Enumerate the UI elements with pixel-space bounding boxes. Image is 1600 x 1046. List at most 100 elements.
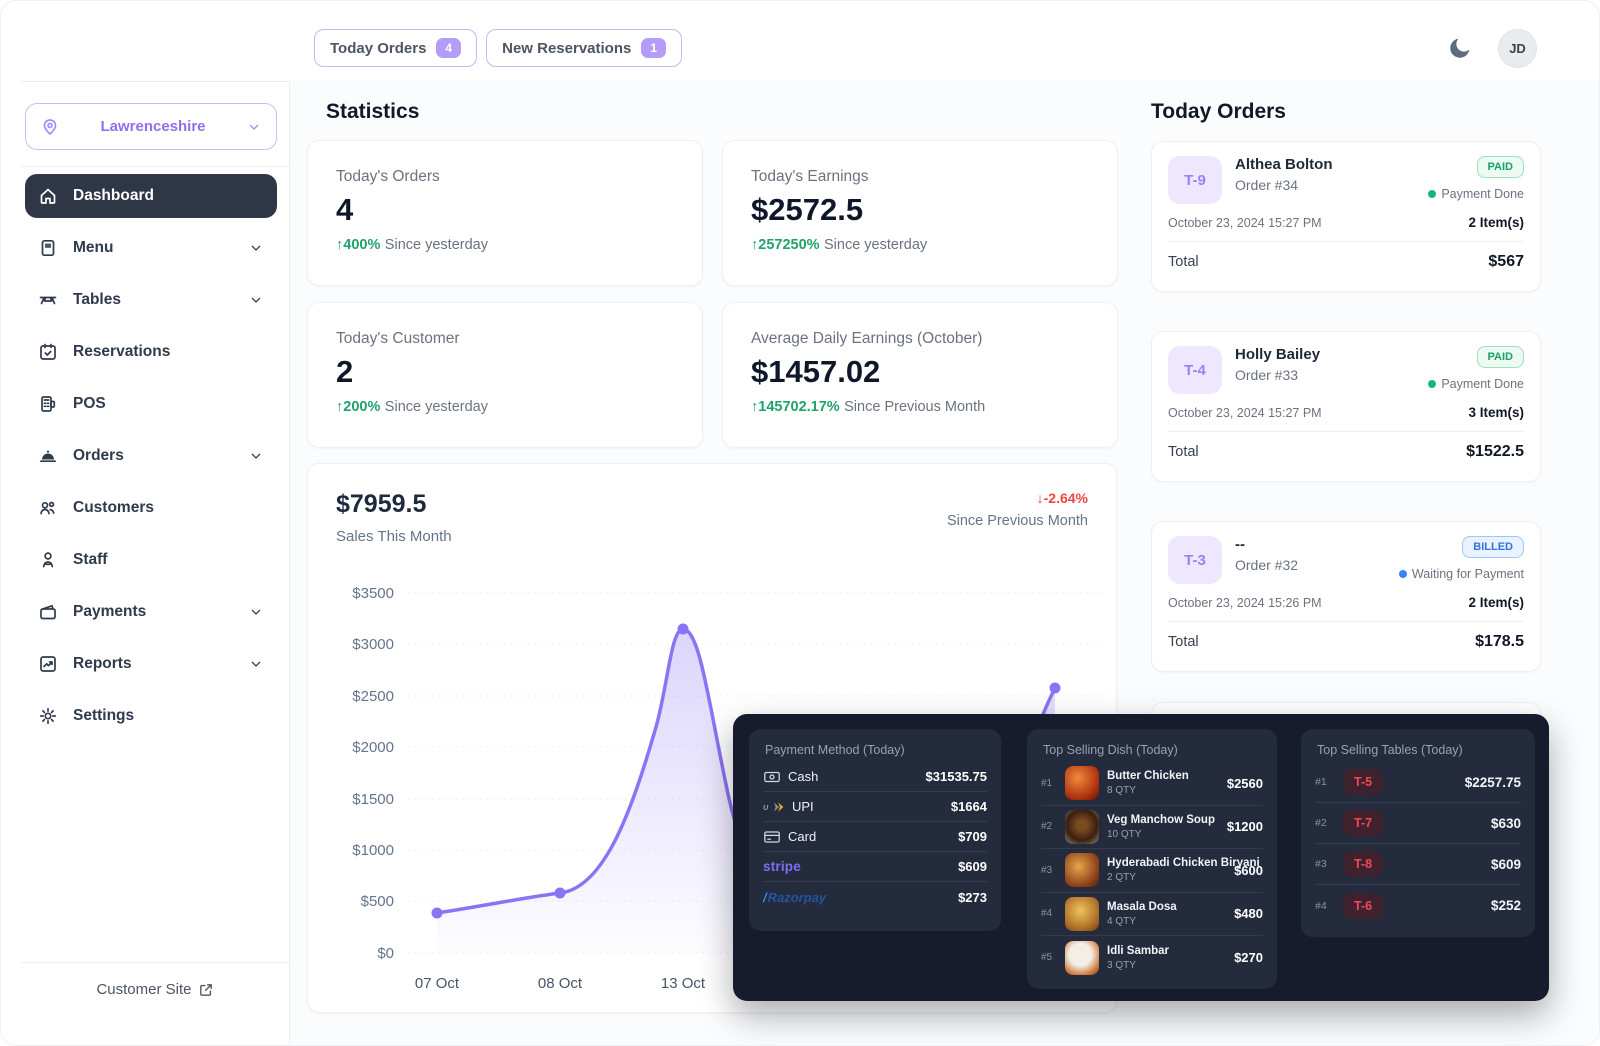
stat-card-todays-earnings: Today's Earnings $2572.5 ↑257250% Since … [722,140,1118,286]
payment-status: Payment Done [1428,187,1524,201]
payment-amount: $31535.75 [926,769,987,784]
sidebar-item-reports[interactable]: Reports [25,642,277,686]
sidebar-item-orders[interactable]: Orders [25,434,277,478]
sidebar-item-customers[interactable]: Customers [25,486,277,530]
dish-rank: #4 [1041,908,1057,919]
payment-amount: $609 [958,859,987,874]
svg-text:07 Oct: 07 Oct [415,975,460,992]
payment-amount: $1664 [951,799,987,814]
gear-icon [38,706,58,726]
order-card[interactable]: T-4 Holly Bailey Order #33 PAID Payment … [1151,331,1541,482]
sidebar-item-tables[interactable]: Tables [25,278,277,322]
sidebar-item-dashboard[interactable]: Dashboard [25,174,277,218]
sidebar-item-reservations[interactable]: Reservations [25,330,277,374]
location-pin-icon [40,117,60,137]
table-amount: $609 [1491,857,1521,872]
location-selector[interactable]: Lawrenceshire [25,103,277,150]
today-orders-button[interactable]: Today Orders 4 [314,29,477,67]
stat-delta-note: Since yesterday [824,237,927,253]
top-tables-panel: Top Selling Tables (Today) #1 T-5 $2257.… [1301,729,1535,937]
stat-card-todays-customer: Today's Customer 2 ↑200% Since yesterday [307,302,703,448]
dish-qty: 4 QTY [1107,916,1177,927]
table-row: #2 T-7 $630 [1315,803,1521,844]
dish-row: #4 Masala Dosa 4 QTY $480 [1041,893,1263,937]
dish-image [1065,810,1099,844]
sidebar-item-label: Customers [73,499,154,517]
divider [1168,621,1524,622]
dish-name: Hyderabadi Chicken Biryani [1107,857,1226,869]
svg-text:$2500: $2500 [352,688,394,705]
stat-label: Today's Earnings [751,168,1089,186]
order-number: Order #34 [1235,177,1415,193]
stat-label: Today's Orders [336,168,674,186]
top-dishes-title: Top Selling Dish (Today) [1041,740,1263,762]
payment-row: U UPI $1664 [763,792,987,822]
sidebar-item-label: Tables [73,291,121,309]
today-orders-label: Today Orders [330,40,426,57]
status-dot [1428,380,1436,388]
dish-name: Idli Sambar [1107,945,1169,957]
sidebar-item-payments[interactable]: Payments [25,590,277,634]
dish-rank: #1 [1041,778,1057,789]
svg-text:$3000: $3000 [352,636,394,653]
stat-value: 2 [336,354,674,390]
sales-change-note: Since Previous Month [947,513,1088,529]
sales-chart-header: $7959.5 Sales This Month ↓-2.64% Since P… [308,464,1116,545]
new-reservations-button[interactable]: New Reservations 1 [486,29,682,67]
table-badge: T-8 [1343,851,1383,877]
table-badge: T-6 [1343,893,1383,919]
customer-site-label: Customer Site [96,981,191,998]
sidebar-item-menu[interactable]: Menu [25,226,277,270]
svg-text:$1500: $1500 [352,791,394,808]
avatar[interactable]: JD [1498,29,1537,68]
payment-method-label: Cash [788,769,818,784]
sidebar-item-label: Staff [73,551,107,569]
table-rank: #2 [1315,817,1333,829]
location-label: Lawrenceshire [100,118,205,135]
stat-label: Average Daily Earnings (October) [751,330,1089,348]
chevron-down-icon [248,604,264,620]
svg-text:$2000: $2000 [352,739,394,756]
dish-row: #3 Hyderabadi Chicken Biryani 2 QTY $600 [1041,849,1263,893]
sidebar-item-label: Reservations [73,343,170,361]
svg-text:$0: $0 [377,945,394,962]
order-number: Order #32 [1235,557,1386,573]
order-number: Order #33 [1235,367,1415,383]
order-card[interactable]: T-3 -- Order #32 BILLED Waiting for Paym… [1151,521,1541,672]
svg-text:$3500: $3500 [352,585,394,602]
order-datetime: October 23, 2024 15:27 PM [1168,406,1322,420]
home-icon [38,186,58,206]
payment-amount: $273 [958,890,987,905]
credit-card-icon [763,828,781,846]
sidebar-item-settings[interactable]: Settings [25,694,277,738]
sidebar-item-label: Settings [73,707,134,725]
table-badge: T-9 [1168,156,1222,204]
customer-site-link[interactable]: Customer Site [21,981,289,998]
dish-row: #5 Idli Sambar 3 QTY $270 [1041,936,1263,980]
menu-board-icon [38,238,58,258]
staff-icon [38,550,58,570]
divider [1168,241,1524,242]
today-orders-title: Today Orders [1151,100,1286,124]
divider [1168,431,1524,432]
stat-delta-note: Since yesterday [385,237,488,253]
chevron-down-icon [246,119,262,135]
sidebar-item-pos[interactable]: POS [25,382,277,426]
sidebar-item-staff[interactable]: Staff [25,538,277,582]
sidebar-item-label: Dashboard [73,187,154,205]
stat-value: 4 [336,192,674,228]
order-card[interactable]: T-9 Althea Bolton Order #34 PAID Payment… [1151,141,1541,292]
sales-total: $7959.5 [336,490,452,519]
order-datetime: October 23, 2024 15:27 PM [1168,216,1322,230]
cloche-icon [38,446,58,466]
sales-change: ↓-2.64% [947,490,1088,506]
total-label: Total [1168,634,1199,650]
stat-value: $2572.5 [751,192,1089,228]
dark-mode-toggle[interactable] [1442,31,1478,67]
dish-name: Veg Manchow Soup [1107,814,1215,826]
order-items-count: 3 Item(s) [1468,405,1524,420]
dish-name: Masala Dosa [1107,901,1177,913]
sidebar-item-label: Menu [73,239,113,257]
sales-subtitle: Sales This Month [336,528,452,545]
app-window: Today Orders 4 New Reservations 1 JD Law… [0,0,1600,1046]
